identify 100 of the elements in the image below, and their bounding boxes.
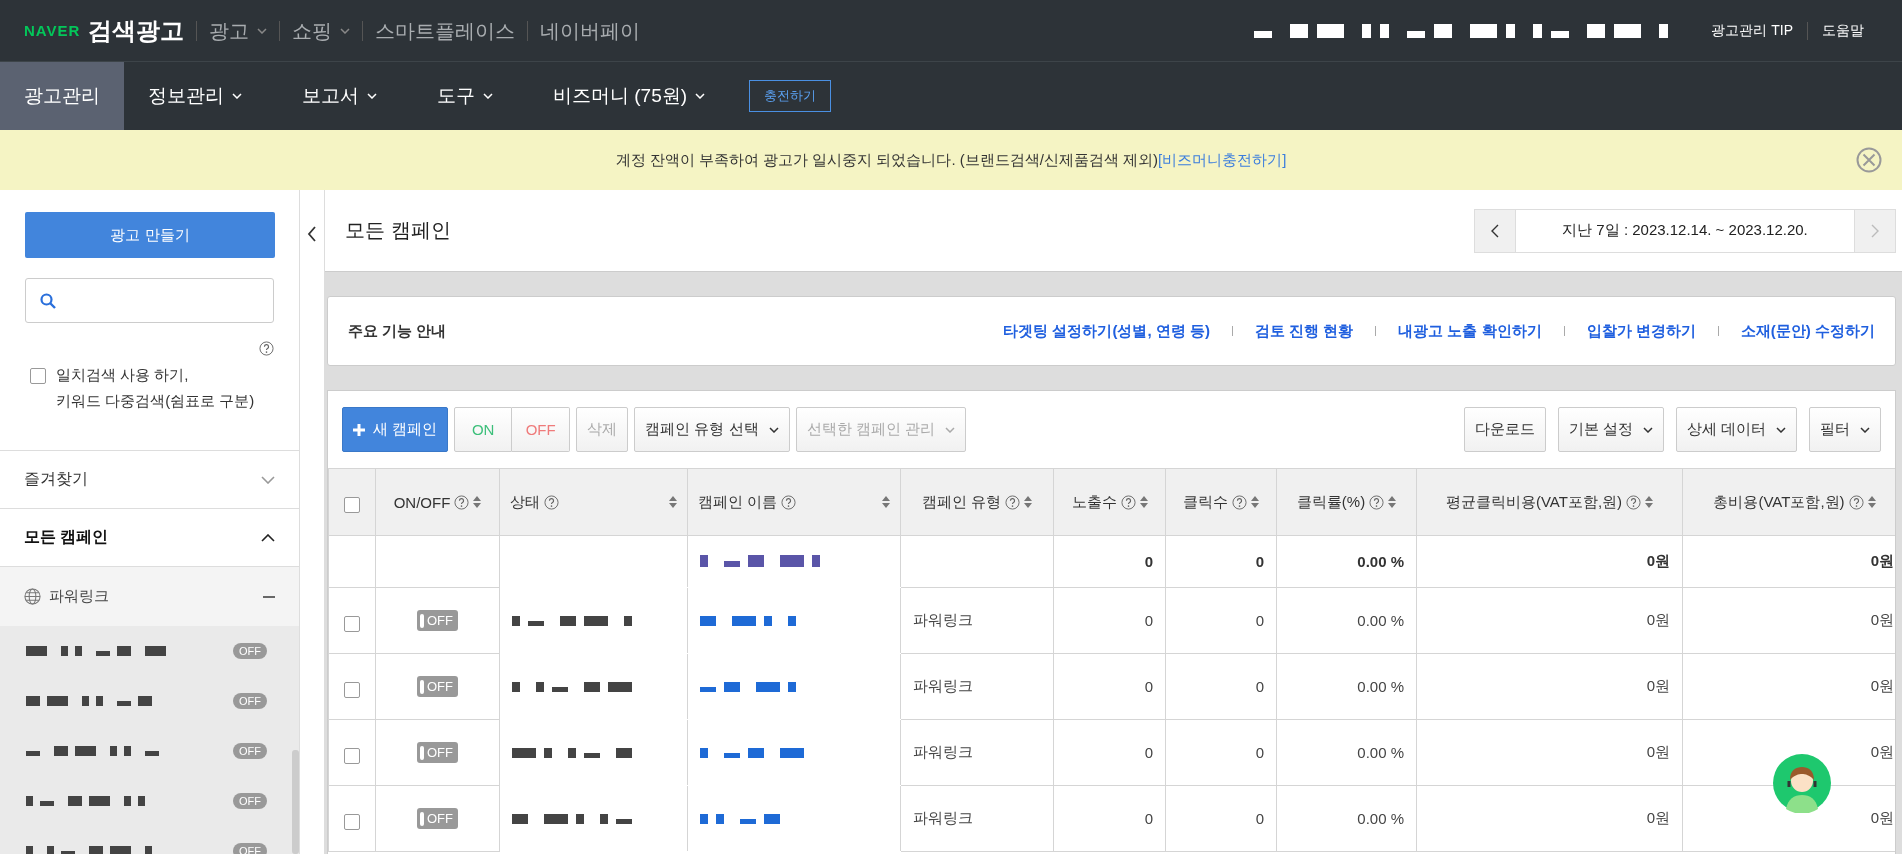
status-badge[interactable]: OFF <box>233 743 267 759</box>
table-cell: 0 <box>1165 535 1277 588</box>
table-cell: 0 <box>1165 785 1277 852</box>
notice-message: 계정 잔액이 부족하여 광고가 일시중지 되었습니다. (브랜드검색/신제품검색 제외) <box>615 150 1159 170</box>
column-header[interactable]: 평균클릭비용(VAT포함,원) <box>1445 492 1623 512</box>
help-icon[interactable] <box>1369 494 1385 510</box>
table-cell: 파워링크 <box>900 785 1054 852</box>
sidebar-section[interactable]: 즐겨찾기 <box>0 450 299 508</box>
charge-button[interactable]: 충전하기 <box>749 80 832 112</box>
table-cell: 0 <box>1165 587 1277 654</box>
group-label: 파워링크 <box>49 587 109 606</box>
sort-icon[interactable] <box>473 496 482 508</box>
nav-tab[interactable]: 보고서 <box>278 62 401 130</box>
logo-wordmark[interactable]: NAVER <box>24 22 81 39</box>
checkbox[interactable] <box>30 368 46 384</box>
sort-icon[interactable] <box>1645 496 1654 508</box>
sort-icon[interactable] <box>669 496 677 508</box>
help-icon[interactable] <box>259 341 274 356</box>
plus-icon <box>353 423 365 436</box>
table-cell: 0.00 % <box>1276 535 1417 588</box>
table-cell: 0원 <box>1416 587 1683 654</box>
toggle-switch[interactable]: OFF <box>417 610 458 631</box>
table-cell: 0.00 % <box>1276 719 1417 786</box>
help-icon[interactable] <box>1626 494 1642 510</box>
help-icon[interactable] <box>1232 494 1247 510</box>
guide-link[interactable]: 타겟팅 설정하기(성별, 연령 등) <box>1003 321 1210 341</box>
sort-icon[interactable] <box>1251 496 1259 508</box>
sort-icon[interactable] <box>1024 496 1033 508</box>
help-icon[interactable] <box>781 494 797 510</box>
create-ad-button[interactable]: 광고 만들기 <box>25 212 275 258</box>
column-header[interactable]: 상태 <box>510 492 540 512</box>
toolbar-button[interactable]: 다운로드 <box>1463 407 1546 452</box>
nav-tab[interactable]: 도구 <box>413 62 517 130</box>
page-title: 모든 캠페인 <box>345 218 451 243</box>
guide-link[interactable]: 내광고 노출 확인하기 <box>1398 321 1542 341</box>
toggle-switch[interactable]: OFF <box>417 742 458 763</box>
sort-icon[interactable] <box>1867 496 1876 508</box>
scrollbar-thumb[interactable] <box>292 750 299 854</box>
table-cell: 0원 <box>1416 653 1683 720</box>
header-link[interactable]: 도움말 <box>1807 21 1878 40</box>
campaign-type-select[interactable]: 캠페인 유형 선택 <box>634 407 790 452</box>
header-link[interactable]: 광고관리 TIP <box>1697 21 1807 40</box>
checkbox[interactable] <box>344 747 360 764</box>
table-cell: 0 <box>1165 719 1277 786</box>
help-icon[interactable] <box>454 494 470 510</box>
column-header[interactable]: 캠페인 이름 <box>698 492 778 512</box>
close-icon[interactable] <box>1856 147 1882 173</box>
top-menu-item[interactable]: 스마트플레이스 <box>362 20 528 41</box>
checkbox[interactable] <box>344 681 360 698</box>
table-cell: 0 <box>1053 785 1166 852</box>
status-badge[interactable]: OFF <box>233 793 267 809</box>
help-icon[interactable] <box>1120 494 1136 510</box>
recharge-link[interactable]: [비즈머니충전하기] <box>1158 150 1287 170</box>
status-badge[interactable]: OFF <box>233 693 267 709</box>
new-campaign-button[interactable]: 새 캠페인 <box>342 407 449 452</box>
help-icon[interactable] <box>1005 494 1021 510</box>
globe-icon <box>24 588 41 605</box>
toolbar-button[interactable]: 기본 설정 <box>1557 407 1664 452</box>
chevron-left-icon[interactable] <box>307 226 317 242</box>
column-header[interactable]: 클릭률(%) <box>1296 492 1366 512</box>
guide-link[interactable]: 소재(문안) 수정하기 <box>1740 321 1875 341</box>
support-agent-drawing[interactable] <box>1772 753 1832 813</box>
table-cell: 파워링크 <box>900 719 1054 786</box>
guide-link[interactable]: 입찰가 변경하기 <box>1586 321 1696 341</box>
chevron-down-icon <box>768 426 779 433</box>
column-header[interactable]: 총비용(VAT포함,원) <box>1713 492 1845 512</box>
toolbar-button[interactable]: 상세 데이터 <box>1675 407 1797 452</box>
column-header[interactable]: ON/OFF <box>393 493 451 511</box>
nav-tab[interactable]: 정보관리 <box>124 62 266 130</box>
guide-link[interactable]: 검토 진행 현황 <box>1254 321 1354 341</box>
column-header[interactable]: 노출수 <box>1071 492 1117 512</box>
checkbox[interactable] <box>344 497 360 513</box>
checkbox[interactable] <box>344 813 360 830</box>
table-cell: 0원 <box>1416 535 1683 588</box>
campaign-group-row[interactable]: 파워링크 <box>0 566 299 626</box>
sort-icon[interactable] <box>1388 496 1397 508</box>
status-badge[interactable]: OFF <box>233 643 267 659</box>
toggle-switch[interactable]: OFF <box>417 808 458 829</box>
table-cell: 0원 <box>1416 719 1683 786</box>
guide-title: 주요 기능 안내 <box>348 321 448 341</box>
table-cell: 0 <box>1165 653 1277 720</box>
help-icon[interactable] <box>1848 494 1864 510</box>
top-menu-item[interactable]: 쇼핑 <box>279 20 363 41</box>
checkbox[interactable] <box>344 615 360 632</box>
top-menu-item[interactable]: 네이버페이 <box>527 20 653 41</box>
search-field[interactable] <box>25 278 274 323</box>
toolbar-button[interactable]: 필터 <box>1809 407 1881 452</box>
sort-icon[interactable] <box>882 496 890 508</box>
sort-icon[interactable] <box>1139 496 1148 508</box>
toggle-switch[interactable]: OFF <box>417 676 458 697</box>
logo-title[interactable]: 검색광고 <box>88 14 185 47</box>
nav-tab[interactable]: 비즈머니 (75원) <box>529 62 730 130</box>
column-header[interactable]: 클릭수 <box>1183 492 1228 512</box>
top-menu-item[interactable]: 광고 <box>196 20 280 41</box>
column-header[interactable]: 캠페인 유형 <box>921 492 1002 512</box>
nav-tab[interactable]: 광고관리 <box>0 62 124 130</box>
table-cell: 0 <box>1053 653 1166 720</box>
table-cell: 0 <box>1053 587 1166 654</box>
help-icon[interactable] <box>544 494 559 510</box>
chevron-down-icon <box>261 475 275 484</box>
